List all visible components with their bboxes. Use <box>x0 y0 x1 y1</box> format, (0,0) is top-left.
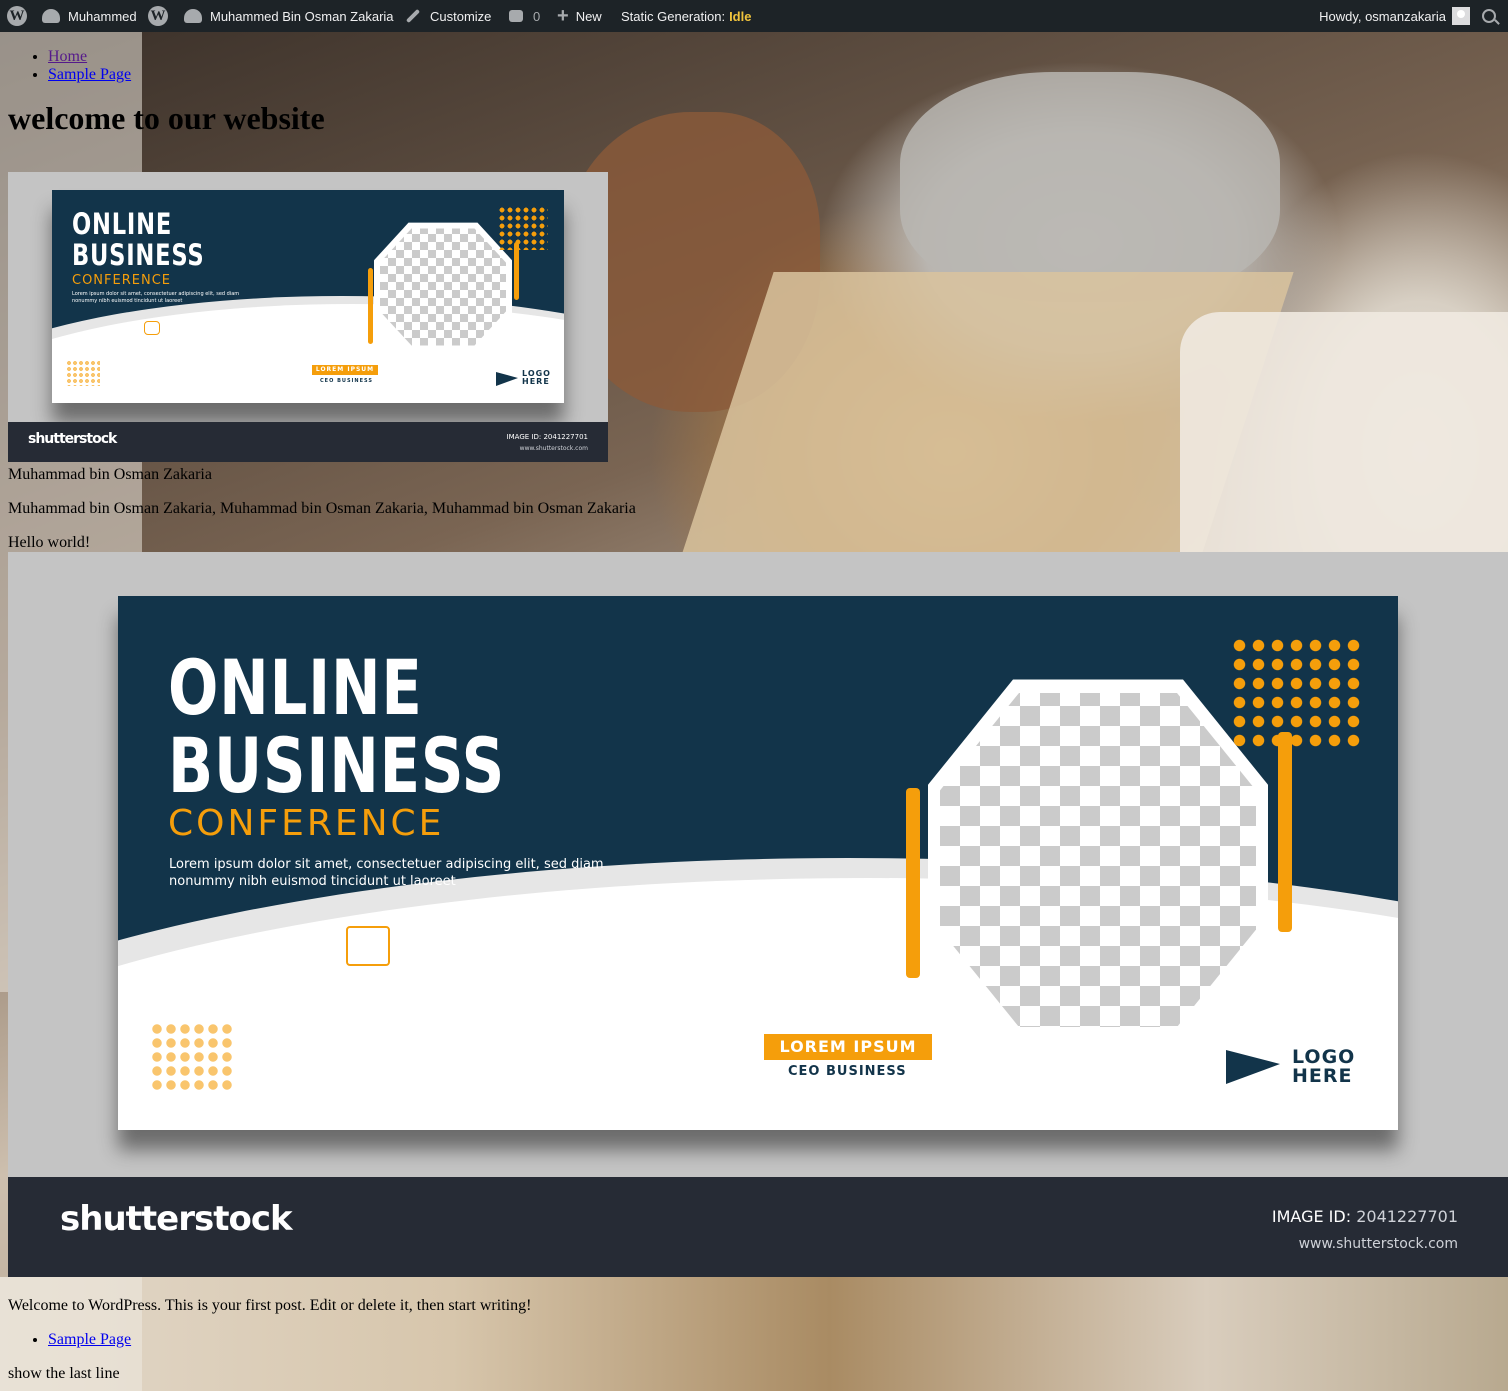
calendar-icon <box>144 321 160 335</box>
footer-nav-item: Sample Page <box>48 1331 131 1349</box>
image-id: IMAGE ID: 2041227701 <box>1271 1207 1458 1226</box>
footer-link-sample-page[interactable]: Sample Page <box>48 1331 131 1348</box>
nav-link-sample-page[interactable]: Sample Page <box>48 66 131 83</box>
static-generation-state: Idle <box>729 8 752 24</box>
banner-image-small: ONLINE BUSINESS CONFERENCE Lorem ipsum d… <box>8 172 608 462</box>
static-generation-status[interactable]: Static Generation: Idle <box>621 0 751 32</box>
image-id: IMAGE ID: 2041227701 <box>506 433 588 441</box>
photo-placeholder-checker <box>380 228 506 346</box>
banner-card: ONLINE BUSINESS CONFERENCE Lorem ipsum d… <box>52 190 564 403</box>
banner-tag: LOREM IPSUM <box>764 1034 932 1060</box>
site-name: Muhammed <box>68 8 137 24</box>
page-content: Home Sample Page welcome to our website <box>8 32 1508 158</box>
banner-role: CEO BUSINESS <box>788 1064 907 1079</box>
photo-placeholder-checker <box>940 692 1256 1028</box>
wp-logo-icon-2[interactable]: W <box>148 0 174 32</box>
brush-icon <box>405 8 421 24</box>
banner-logo: LOGO HERE <box>1292 1046 1356 1087</box>
search-icon <box>1482 9 1496 23</box>
main-nav: Home Sample Page <box>8 32 1508 84</box>
avatar <box>1452 7 1470 25</box>
banner-tag: LOREM IPSUM <box>312 365 378 375</box>
post-title: Hello world! <box>8 534 91 551</box>
banner-url: LOREMIPSUM.COM <box>168 341 266 350</box>
banner-url: LOREMIPSUM.COM <box>408 977 636 999</box>
customize-button[interactable]: Customize <box>405 0 491 32</box>
new-content-button[interactable]: + New <box>557 0 602 32</box>
banner-subtitle: CONFERENCE <box>72 273 171 288</box>
author-repeat: Muhammad bin Osman Zakaria, Muhammad bin… <box>8 500 636 517</box>
last-line: show the last line <box>8 1365 120 1382</box>
banner-body: Lorem ipsum dolor sit amet, consectetuer… <box>169 857 604 889</box>
new-label: New <box>575 8 602 24</box>
site-menu-2[interactable]: Muhammed Bin Osman Zakaria <box>184 0 394 32</box>
nav-item-home: Home <box>48 48 1508 66</box>
banner-body: Lorem ipsum dolor sit amet, consectetuer… <box>72 291 240 304</box>
stock-url: www.shutterstock.com <box>519 445 588 452</box>
site-menu[interactable]: Muhammed <box>42 0 137 32</box>
customize-label: Customize <box>430 8 492 24</box>
post-body: Welcome to WordPress. This is your first… <box>8 1297 532 1314</box>
shutterstock-logo: shutterstock <box>60 1199 293 1239</box>
banner-title-line1: ONLINE <box>72 207 173 241</box>
nav-item-sample-page: Sample Page <box>48 66 1508 84</box>
account-menu[interactable]: Howdy, osmanzakaria <box>1319 0 1470 32</box>
comments-button[interactable]: 0 <box>509 0 540 32</box>
admin-bar: W Muhammed W Muhammed Bin Osman Zakaria … <box>0 0 1508 32</box>
comment-icon <box>509 10 523 22</box>
banner-card: ONLINE BUSINESS CONFERENCE Lorem ipsum d… <box>118 596 1398 1130</box>
banner-image-large: ONLINE BUSINESS CONFERENCE Lorem ipsum d… <box>8 552 1508 1277</box>
author-line: Muhammad bin Osman Zakaria <box>8 466 212 483</box>
search-button[interactable] <box>1482 0 1496 32</box>
banner-title-line2: BUSINESS <box>168 721 506 810</box>
logo-plane-icon <box>1226 1050 1280 1084</box>
site-name-2: Muhammed Bin Osman Zakaria <box>210 8 394 24</box>
plus-icon: + <box>557 4 569 27</box>
site-heading: welcome to our website <box>8 100 325 136</box>
banner-subtitle: CONFERENCE <box>168 803 445 844</box>
footer-nav: Sample Page <box>8 1315 131 1349</box>
shutterstock-logo: shutterstock <box>28 431 117 447</box>
static-generation-label: Static Generation: <box>621 8 726 24</box>
nav-link-home[interactable]: Home <box>48 48 87 65</box>
logo-plane-icon <box>496 372 518 386</box>
stock-footer: shutterstock IMAGE ID: 2041227701 www.sh… <box>8 1177 1508 1277</box>
greeting: Howdy, osmanzakaria <box>1319 8 1446 24</box>
calendar-icon <box>346 926 390 966</box>
banner-logo: LOGO HERE <box>522 369 551 386</box>
dashboard-icon <box>184 9 202 23</box>
stock-url: www.shutterstock.com <box>1298 1236 1458 1252</box>
dashboard-icon <box>42 9 60 23</box>
banner-date: 15 OCT | AT 08.00 PM <box>406 932 676 965</box>
stock-footer: shutterstock IMAGE ID: 2041227701 www.sh… <box>8 422 608 462</box>
wp-logo-icon[interactable]: W <box>7 0 33 32</box>
banner-date: 15 OCT | AT 08.00 PM <box>167 324 273 337</box>
banner-title-line2: BUSINESS <box>72 238 205 272</box>
comments-count: 0 <box>533 8 541 24</box>
banner-role: CEO BUSINESS <box>320 378 373 384</box>
banner-title-line1: ONLINE <box>168 643 423 732</box>
